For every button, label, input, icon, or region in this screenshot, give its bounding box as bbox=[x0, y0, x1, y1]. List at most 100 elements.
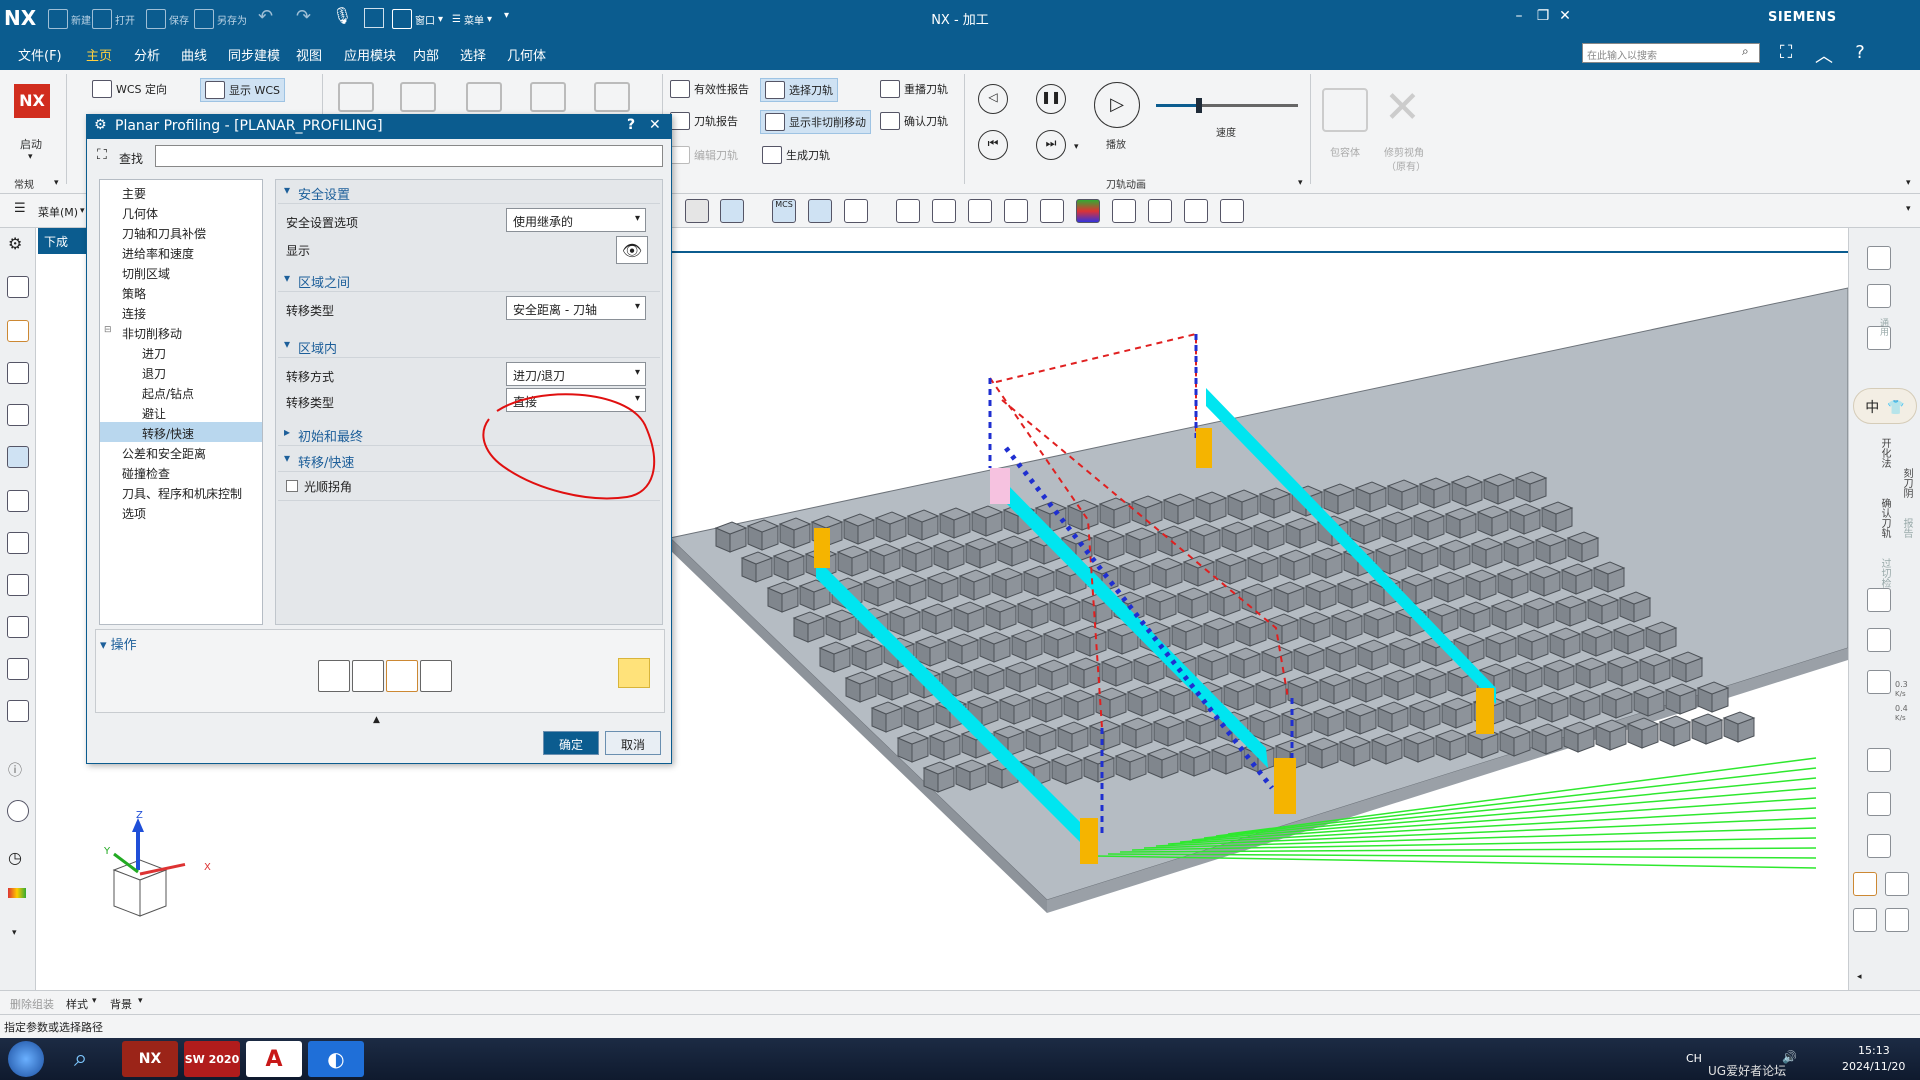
refresh-icon[interactable] bbox=[1220, 199, 1244, 223]
search-magnifier-icon[interactable]: ⌕ bbox=[74, 1044, 87, 1072]
restore-icon[interactable]: ❐ bbox=[1532, 8, 1554, 28]
volume-icon[interactable]: 🔊 bbox=[1782, 1050, 1797, 1064]
water-coolant-icon[interactable] bbox=[1867, 748, 1891, 772]
shaded-view-icon[interactable] bbox=[685, 199, 709, 223]
mcs-display-icon[interactable]: MCS bbox=[772, 199, 796, 223]
hide-selected-icon[interactable] bbox=[1112, 199, 1136, 223]
smooth-corner-checkbox[interactable] bbox=[286, 480, 298, 492]
create-geometry-icon[interactable] bbox=[466, 82, 502, 112]
tab-internal[interactable]: 内部 bbox=[413, 45, 439, 64]
rightbar-scroll-icon[interactable]: ◂ bbox=[1857, 972, 1862, 982]
tree-item-cut-region[interactable]: 切削区域 bbox=[100, 262, 262, 282]
visibility-icon[interactable] bbox=[1040, 199, 1064, 223]
close-icon[interactable]: ✕ bbox=[1554, 8, 1576, 28]
start-dropdown-icon[interactable]: ▾ bbox=[28, 152, 33, 162]
background-dropdown-icon[interactable]: ▾ bbox=[138, 996, 143, 1006]
show-eye-icon[interactable] bbox=[808, 199, 832, 223]
verify-toolpath-button[interactable]: 确认刀轨 bbox=[880, 112, 948, 130]
tab-application[interactable]: 应用模块 bbox=[344, 45, 396, 64]
find-input[interactable] bbox=[155, 145, 663, 167]
verify-view-icon-1[interactable] bbox=[1867, 246, 1891, 270]
help-icon[interactable]: ? bbox=[1848, 42, 1872, 66]
command-search-input[interactable]: 在此输入以搜索 bbox=[1582, 43, 1760, 63]
taskbar-nx[interactable]: NX bbox=[122, 1041, 178, 1077]
path-compare-icon[interactable] bbox=[1867, 834, 1891, 858]
clock-icon[interactable]: ◷ bbox=[8, 848, 22, 867]
tree-item-main[interactable]: 主要 bbox=[100, 182, 262, 202]
tree-item-transfer-rapid[interactable]: 转移/快速 bbox=[100, 422, 262, 442]
bounding-body-icon[interactable] bbox=[1322, 88, 1368, 132]
between-transfer-type-select[interactable]: 安全距离 - 刀轴 bbox=[506, 296, 646, 320]
tool-display-icon[interactable] bbox=[1867, 628, 1891, 652]
toolbar-options-icon[interactable]: ▾ bbox=[1906, 204, 1911, 214]
part-navigator-icon[interactable] bbox=[7, 362, 29, 384]
undo-icon[interactable]: ↶ bbox=[258, 6, 273, 27]
open-button[interactable]: 打开 bbox=[92, 8, 135, 30]
history-icon[interactable] bbox=[7, 658, 29, 680]
operations-label[interactable]: ▾ 操作 bbox=[100, 634, 137, 653]
tree-item-start-drill[interactable]: 起点/钻点 bbox=[100, 382, 262, 402]
dialog-help-icon[interactable]: ? bbox=[627, 117, 635, 133]
menu-dropdown-icon[interactable]: ▾ bbox=[80, 206, 85, 216]
tree-collapse-icon[interactable]: ⊟ bbox=[104, 325, 112, 335]
menu-icon[interactable]: ☰ bbox=[14, 201, 26, 216]
create-program-icon[interactable] bbox=[338, 82, 374, 112]
nx-start-icon[interactable]: NX bbox=[14, 84, 50, 118]
ribbon-options-icon[interactable]: ▾ bbox=[1906, 178, 1911, 188]
taskbar-solidworks[interactable]: SW 2020 bbox=[184, 1041, 240, 1077]
palette-icon[interactable] bbox=[8, 888, 26, 898]
customize-qa-icon[interactable]: ▾ bbox=[504, 10, 509, 21]
postprocess-icon[interactable] bbox=[1853, 908, 1877, 932]
tree-item-avoidance[interactable]: 避让 bbox=[100, 402, 262, 422]
save-as-button[interactable]: 另存为 bbox=[194, 8, 247, 30]
start-button[interactable]: 启动 bbox=[20, 136, 42, 152]
touch-mode-icon[interactable] bbox=[364, 8, 384, 28]
fullscreen-icon[interactable]: ⛶ bbox=[1774, 42, 1798, 66]
replay-op-icon[interactable] bbox=[352, 660, 384, 692]
fit-view-icon[interactable] bbox=[1004, 199, 1028, 223]
verify-op-icon[interactable] bbox=[386, 660, 418, 692]
window-menu[interactable]: 窗口 ▾ bbox=[392, 8, 443, 30]
tree-item-non-cutting[interactable]: 非切削移动 bbox=[100, 322, 262, 342]
section-between-regions[interactable]: 区域之间 bbox=[278, 268, 660, 292]
machine-tool-navigator-icon[interactable] bbox=[7, 490, 29, 512]
pause-icon[interactable]: ❚❚ bbox=[1036, 84, 1066, 114]
dialog-title-bar[interactable]: ⚙ Planar Profiling - [PLANAR_PROFILING] … bbox=[87, 115, 671, 139]
operation-navigator-icon[interactable] bbox=[7, 446, 29, 468]
info-icon[interactable]: ⓘ bbox=[8, 760, 22, 780]
collapse-ribbon-icon[interactable]: ︿ bbox=[1812, 42, 1836, 67]
create-tool-icon[interactable] bbox=[400, 82, 436, 112]
trim-view-icon[interactable]: ✕ bbox=[1384, 86, 1428, 132]
new-button[interactable]: 新建 bbox=[48, 8, 91, 30]
create-method-icon[interactable] bbox=[530, 82, 566, 112]
show-wcs-button[interactable]: 显示 WCS bbox=[200, 78, 286, 102]
tree-item-collision-check[interactable]: 碰撞检查 bbox=[100, 462, 262, 482]
machining-feature-icon[interactable] bbox=[7, 532, 29, 554]
background-dropdown[interactable]: 背景 bbox=[110, 996, 132, 1012]
microphone-icon[interactable]: 🎙 bbox=[332, 6, 352, 25]
generate-path-highlight-icon[interactable] bbox=[618, 658, 650, 688]
ime-floating-bar[interactable]: 中 👕 bbox=[1853, 388, 1917, 424]
forward-icon[interactable]: ⏭ bbox=[1036, 130, 1066, 160]
animation-group-dropdown-icon[interactable]: ▾ bbox=[1298, 178, 1303, 188]
tab-view[interactable]: 视图 bbox=[296, 45, 322, 64]
tree-item-tool-program[interactable]: 刀具、程序和机床控制 bbox=[100, 482, 262, 502]
tree-item-options[interactable]: 选项 bbox=[100, 502, 262, 522]
reuse-library-icon[interactable] bbox=[7, 404, 29, 426]
speed-slider-thumb[interactable] bbox=[1195, 98, 1202, 113]
select-toolpath-button[interactable]: 选择刀轨 bbox=[760, 78, 838, 102]
checkmark-part-icon[interactable] bbox=[1853, 872, 1877, 896]
edit-toolpath-button[interactable]: 编辑刀轨 bbox=[670, 146, 738, 164]
section-safety-settings[interactable]: 安全设置 bbox=[278, 180, 660, 204]
tree-item-engage[interactable]: 进刀 bbox=[100, 342, 262, 362]
playback-dropdown-icon[interactable]: ▾ bbox=[1074, 142, 1079, 152]
workpiece-icon[interactable] bbox=[896, 199, 920, 223]
redo-icon[interactable]: ↷ bbox=[296, 6, 311, 27]
move-icon[interactable] bbox=[968, 199, 992, 223]
tab-selection[interactable]: 选择 bbox=[460, 45, 486, 64]
save-button[interactable]: 保存 bbox=[146, 8, 189, 30]
verify-view-icon-2[interactable] bbox=[1867, 284, 1891, 308]
toolpath-report-button[interactable]: 刀轨报告 bbox=[670, 112, 738, 130]
scroll-down-icon[interactable]: ▾ bbox=[12, 928, 17, 938]
minimize-icon[interactable]: – bbox=[1508, 8, 1530, 28]
